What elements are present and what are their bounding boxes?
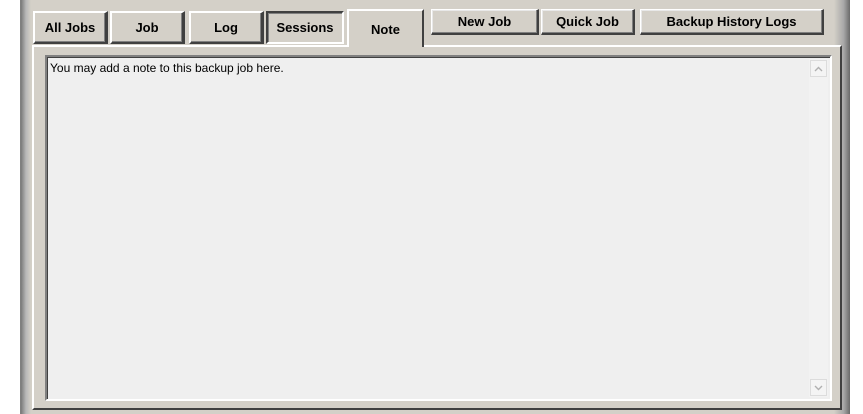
chevron-down-icon (814, 385, 823, 391)
tab-all-jobs[interactable]: All Jobs (33, 11, 108, 44)
scroll-down-button[interactable] (810, 379, 827, 396)
new-job-button[interactable]: New Job (431, 9, 539, 35)
chevron-up-icon (814, 66, 823, 72)
backup-history-logs-label: Backup History Logs (666, 14, 797, 29)
tab-log-label: Log (214, 20, 238, 35)
quick-job-label: Quick Job (556, 14, 619, 29)
new-job-label: New Job (457, 14, 512, 29)
note-text[interactable]: You may add a note to this backup job he… (50, 61, 806, 75)
frame-left-edge (21, 0, 31, 414)
tab-all-jobs-label: All Jobs (44, 20, 96, 35)
note-textarea[interactable]: You may add a note to this backup job he… (45, 55, 832, 401)
tab-note[interactable]: Note (347, 9, 424, 47)
tab-note-label: Note (371, 21, 400, 37)
quick-job-button[interactable]: Quick Job (541, 9, 635, 35)
scroll-up-button[interactable] (810, 60, 827, 77)
tab-log[interactable]: Log (189, 11, 264, 44)
tab-job[interactable]: Job (110, 11, 185, 44)
tab-sessions[interactable]: Sessions (266, 11, 344, 44)
tab-job-label: Job (135, 20, 159, 35)
note-vertical-scrollbar[interactable] (809, 59, 828, 397)
tab-sessions-label: Sessions (276, 20, 334, 35)
note-panel: You may add a note to this backup job he… (32, 45, 842, 410)
backup-history-logs-button[interactable]: Backup History Logs (640, 9, 824, 35)
